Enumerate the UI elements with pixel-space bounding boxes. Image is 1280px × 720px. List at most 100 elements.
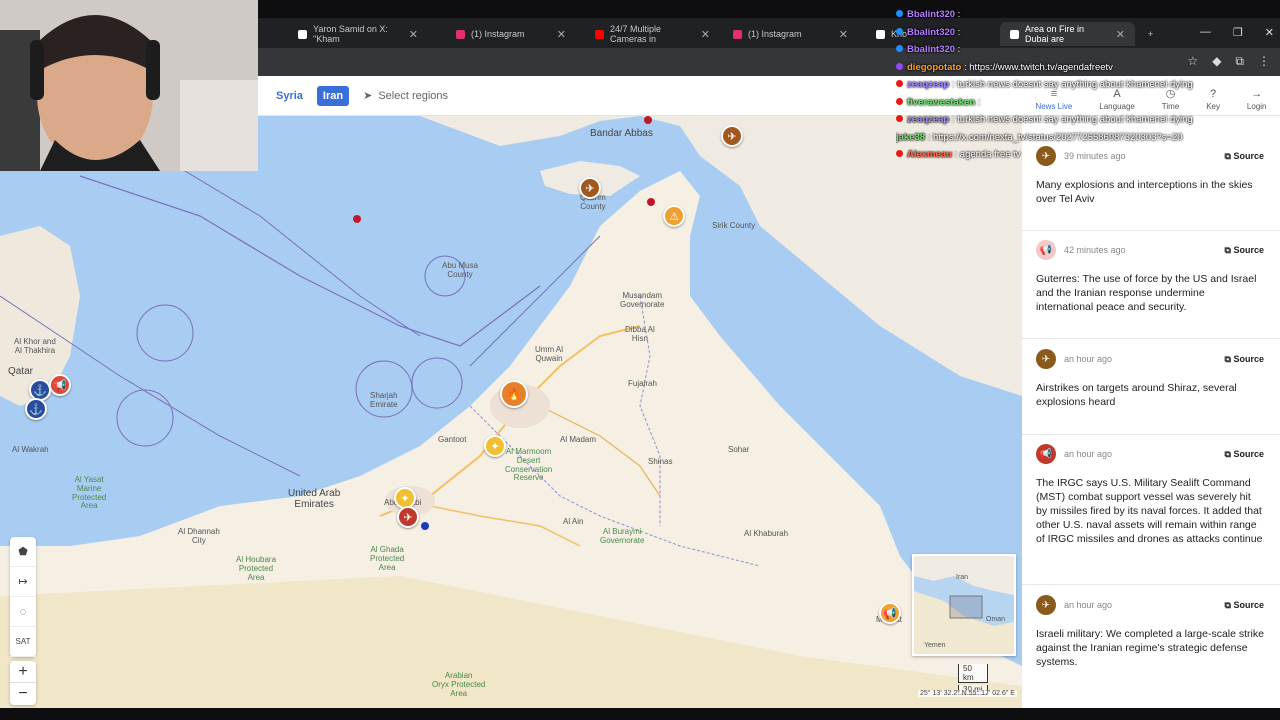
satellite-toggle-button[interactable]: SAT [10,627,36,657]
event-marker-airstrike[interactable]: ✈ [579,177,601,199]
event-marker-navy[interactable]: ⚓ [25,398,47,420]
zoom-out-button[interactable]: − [10,683,36,705]
news-item[interactable]: ✈ an hour ago ⧉ Source Israeli military: W… [1036,595,1264,669]
browser-tab[interactable]: 24/7 Multiple Cameras in ✕ [585,22,720,46]
news-time: an hour ago [1064,354,1113,364]
place-label: United Arab Emirates [288,488,341,510]
close-window-icon[interactable]: ✕ [1265,26,1274,39]
scale-km: 50 km [958,664,988,683]
source-link[interactable]: ⧉ Source [1225,354,1264,365]
place-label: Arabian Oryx Protected Area [432,671,486,698]
place-label: Al Khor and Al Thakhira [14,337,56,355]
place-label: Al Ain [563,517,584,526]
youtube-icon [595,29,604,39]
event-marker-alert[interactable]: ⚠ [663,205,685,227]
chat-message: Alexmeau : agenda free tv [896,146,1256,164]
place-label: Al Houbara Protected Area [236,555,277,582]
event-marker-missile[interactable]: ✦ [484,435,506,457]
place-label: Al Dhannah City [178,527,220,545]
news-text: Many explosions and interceptions in the… [1036,179,1253,205]
place-label: Bandar Abbas [590,128,653,139]
chat-username: fiverawestaken [907,96,976,108]
menu-icon[interactable]: ⋮ [1258,54,1270,69]
streamer-webcam [0,0,258,171]
close-tab-icon[interactable]: ✕ [409,28,418,41]
chat-username: Bbalint320 [907,44,956,55]
chat-username: diegopotato [907,61,962,73]
zoom-in-button[interactable]: + [10,661,36,683]
badge-icon [896,97,903,105]
event-dot[interactable] [353,215,361,223]
news-item[interactable]: 📢 42 minutes ago ⧉ Source Guterres: The us… [1036,240,1264,314]
place-label: Fujairah [628,379,657,388]
chat-username: Bbalint320 [907,26,956,38]
badge-icon [896,27,903,35]
source-link[interactable]: ⧉ Source [1225,600,1264,611]
minimap[interactable]: Iran Oman Yemen [912,554,1016,656]
badge-icon [896,115,903,122]
chat-message: Bbalint320 : [896,24,1256,42]
minimap-label: Yemen [924,642,946,649]
source-link[interactable]: ⧉ Source [1225,245,1264,256]
browser-tab[interactable]: Yaron Samid on X: "Kham ✕ [288,22,428,46]
chat-text: : [975,96,981,108]
browser-tab[interactable]: (1) Instagram ✕ [723,22,858,46]
draw-polygon-icon[interactable]: ⬟ [10,537,36,567]
chat-text: : [955,44,961,55]
screen: Bandar Abbas Qatar Al Khor and Al Thakhi… [0,0,1280,720]
minimap-label: Iran [956,574,969,581]
place-label: Abu Musa County [442,261,479,279]
divider [1022,434,1280,435]
map-tools: ⬟ ↦ ◌ SAT [10,537,36,657]
source-link[interactable]: ⧉ Source [1225,449,1264,460]
chat-username: zeaqzeap [907,114,950,125]
news-time: an hour ago [1064,449,1113,459]
chat-message: zeaqzeap : turkish news doesnt say anyth… [896,111,1256,129]
select-regions-label: Select regions [378,89,449,102]
event-marker-strike[interactable]: ✈ [397,506,419,528]
badge-icon [896,150,903,157]
chat-message: diegopotato : https://www.twitch.tv/agen… [896,59,1256,77]
close-tab-icon[interactable]: ✕ [557,28,566,41]
instagram-icon [733,29,742,39]
place-label: Al Yasat Marine Protected Area [72,475,107,511]
chat-text: : https://x.com/nexta_tv/status/20277255… [925,131,1183,143]
chat-username: zeaqzeap [907,79,950,90]
measure-icon[interactable]: ↦ [10,567,36,597]
news-text: Guterres: The use of force by the US and… [1036,273,1257,313]
close-tab-icon[interactable]: ✕ [839,28,848,41]
chat-text: : turkish news doesnt say anything about… [949,114,1193,125]
minimap-label: Oman [986,616,1006,623]
chat-text: : turkish news doesnt say anything about… [949,79,1193,90]
news-item[interactable]: ✈ an hour ago ⧉ Source Airstrikes on targe… [1036,349,1264,409]
event-marker-announcement[interactable]: 📢 [879,602,901,624]
airstrike-icon: ✈ [1036,595,1056,615]
region-button-syria[interactable]: Syria [270,86,309,106]
close-tab-icon[interactable]: ✕ [701,28,710,41]
event-dot[interactable] [647,198,655,206]
hide-layer-icon[interactable]: ◌ [10,597,36,627]
place-label: Qatar [8,366,34,377]
cursor-arrow-icon: ➤ [363,90,373,102]
place-label: Al Madam [560,435,597,444]
news-time: an hour ago [1064,600,1113,610]
event-marker-announcement[interactable]: 📢 [49,374,71,396]
event-marker-airstrike[interactable]: ✈ [721,125,743,147]
event-marker-fire[interactable]: 🔥 [500,380,528,408]
chat-message: zeaqzeap : turkish news doesnt say anyth… [896,76,1256,94]
x-logo-icon [298,29,307,39]
tab-title: 24/7 Multiple Cameras in [610,24,662,44]
news-text: Airstrikes on targets around Shiraz, sev… [1036,382,1237,408]
news-item[interactable]: 📢 an hour ago ⧉ Source The IRGC says U.S. … [1036,444,1264,546]
chat-message: Bbalint320 : [896,6,1256,24]
select-regions-button[interactable]: ➤ Select regions [363,89,449,103]
chat-overlay: Bbalint320 : Bbalint320 : Bbalint320 : d… [896,6,1193,164]
badge-icon [896,80,903,87]
zoom-controls: + − [10,661,36,705]
chat-username: jake38 [896,131,926,143]
place-label: Sirik County [712,221,756,230]
browser-tab[interactable]: (1) Instagram ✕ [446,22,576,46]
event-dot[interactable] [421,522,429,530]
region-button-iran[interactable]: Iran [316,85,350,106]
event-dot[interactable] [644,116,652,124]
